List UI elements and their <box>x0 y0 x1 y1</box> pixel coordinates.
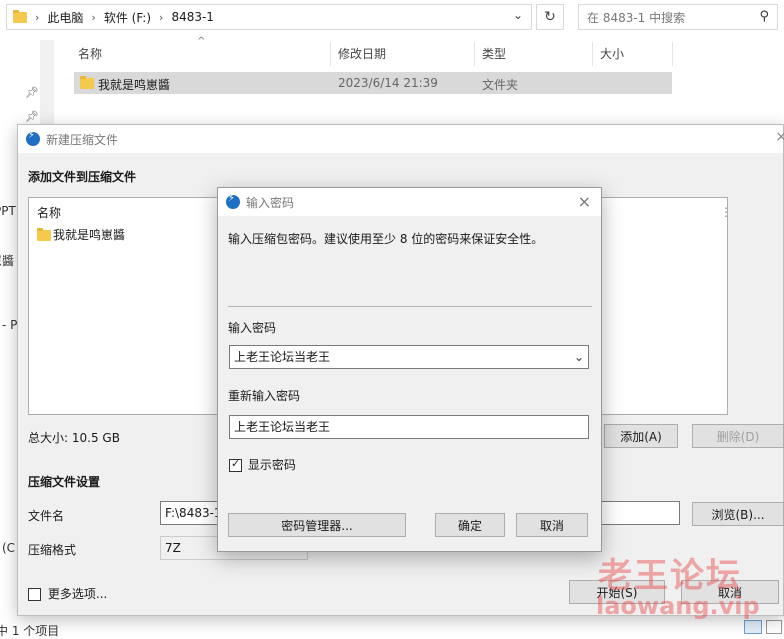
filename-label: 文件名 <box>28 509 65 523</box>
watermark-en: laowang.vip <box>596 592 760 620</box>
column-date[interactable]: 修改日期 <box>330 42 474 66</box>
close-icon[interactable]: × <box>578 192 591 211</box>
list-scrollbar-grip: ⋮ <box>720 205 732 219</box>
dialog-title: 新建压缩文件 <box>46 132 119 147</box>
file-date: 2023/6/14 21:39 <box>338 76 438 90</box>
folder-icon <box>13 9 27 23</box>
breadcrumb-folder[interactable]: 8483-1 <box>171 10 214 24</box>
column-divider[interactable] <box>672 42 673 66</box>
nav-fragment: 崽醬 <box>0 254 15 268</box>
browse-button[interactable]: 浏览(B)... <box>692 502 784 526</box>
delete-button[interactable]: 删除(D) <box>692 424 784 448</box>
nav-fragment: PPT <box>0 204 16 218</box>
list-item[interactable]: 我就是鸣崽醬 <box>53 226 125 243</box>
total-size: 总大小: 10.5 GB <box>28 431 120 445</box>
more-options[interactable]: 更多选项... <box>28 585 107 602</box>
column-size[interactable]: 大小 <box>592 42 672 66</box>
list-header[interactable]: 名称 <box>37 204 61 221</box>
divider <box>228 306 592 307</box>
password-manager-button[interactable]: 密码管理器... <box>228 513 406 537</box>
chevron-right-icon: › <box>159 10 164 24</box>
confirm-label: 重新输入密码 <box>228 389 301 403</box>
nav-fragment: - P <box>2 318 18 332</box>
details-view-icon[interactable] <box>744 620 762 634</box>
password-input[interactable]: 上老王论坛当老王 ⌄ <box>229 345 589 369</box>
pin-icon: 📌︎ <box>25 110 39 123</box>
show-password[interactable]: 显示密码 <box>229 456 296 473</box>
pin-icon: 📌︎ <box>25 86 39 99</box>
refresh-button[interactable]: ↻ <box>536 4 564 30</box>
status-bar-text: 中 1 个项目 <box>0 624 60 638</box>
column-type[interactable]: 类型 <box>474 42 592 66</box>
more-options-checkbox[interactable] <box>28 588 41 601</box>
dialog-title: 输入密码 <box>246 195 295 210</box>
dialog-titlebar[interactable]: 新建压缩文件 × <box>18 125 784 153</box>
password-dialog: 输入密码 × 输入压缩包密码。建议使用至少 8 位的密码来保证安全性。 输入密码… <box>217 187 602 552</box>
chevron-down-icon[interactable]: ⌄ <box>574 346 584 368</box>
table-row[interactable]: 我就是鸣崽醬 2023/6/14 21:39 文件夹 <box>74 72 672 94</box>
address-bar[interactable]: › 此电脑 › 软件 (F:) › 8483-1 ⌄ <box>6 4 532 30</box>
show-password-checkbox[interactable] <box>229 457 242 472</box>
dialog-titlebar[interactable]: 输入密码 × <box>218 188 601 216</box>
more-options-label: 更多选项... <box>47 587 108 601</box>
cancel-button[interactable]: 取消 <box>516 513 588 537</box>
file-type: 文件夹 <box>482 78 519 92</box>
breadcrumb-drive[interactable]: 软件 (F:) <box>104 9 151 26</box>
file-name: 我就是鸣崽醬 <box>98 78 171 92</box>
app-icon <box>26 130 40 146</box>
tiles-view-icon[interactable] <box>766 620 782 634</box>
search-input[interactable]: 在 8483-1 中搜索 ⚲ <box>578 4 778 30</box>
refresh-icon: ↻ <box>544 9 556 25</box>
description: 输入压缩包密码。建议使用至少 8 位的密码来保证安全性。 <box>228 232 544 246</box>
search-placeholder: 在 8483-1 中搜索 <box>587 10 686 25</box>
confirm-input[interactable]: 上老王论坛当老王 <box>229 415 589 439</box>
password-label: 输入密码 <box>228 321 277 335</box>
show-password-label: 显示密码 <box>247 458 296 472</box>
search-icon: ⚲ <box>759 9 769 24</box>
watermark-cn: 老王论坛 <box>598 556 742 596</box>
column-name[interactable]: 名称 <box>70 42 330 66</box>
password-value: 上老王论坛当老王 <box>234 350 331 364</box>
folder-icon <box>80 76 94 89</box>
app-icon <box>226 193 240 209</box>
close-icon[interactable]: × <box>775 129 784 145</box>
chevron-right-icon: › <box>35 10 40 24</box>
format-label: 压缩格式 <box>28 543 77 557</box>
breadcrumb-this-pc[interactable]: 此电脑 <box>47 9 83 26</box>
chevron-right-icon: › <box>91 10 96 24</box>
add-button[interactable]: 添加(A) <box>604 424 678 448</box>
chevron-down-icon[interactable]: ⌄ <box>513 8 523 22</box>
section-title: 添加文件到压缩文件 <box>28 170 137 184</box>
settings-title: 压缩文件设置 <box>28 475 101 489</box>
nav-fragment: (C <box>2 541 16 555</box>
folder-icon <box>37 228 51 241</box>
ok-button[interactable]: 确定 <box>435 513 505 537</box>
